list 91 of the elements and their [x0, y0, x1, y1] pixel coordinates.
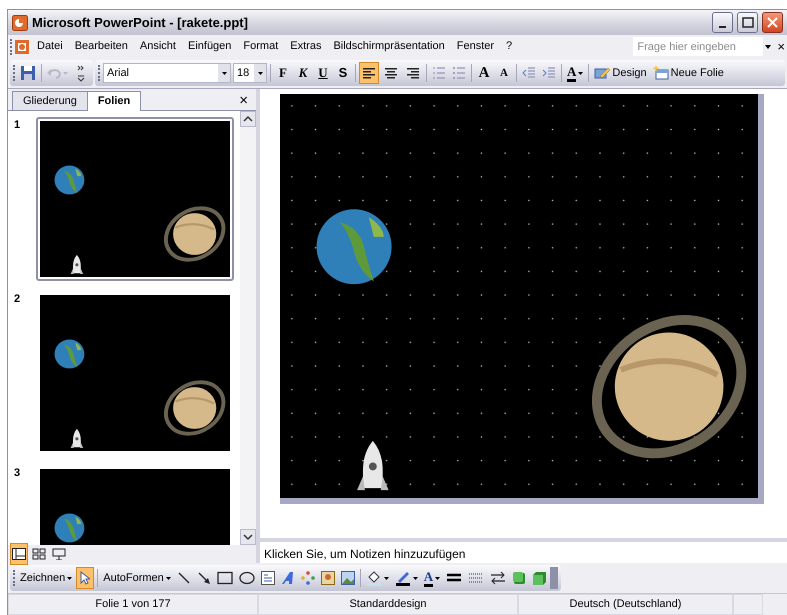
shadow-style-icon [512, 571, 526, 585]
normal-view-button[interactable] [10, 543, 28, 565]
close-button[interactable]: × [777, 36, 785, 56]
decrease-indent-icon [522, 66, 536, 80]
clip-art-icon [320, 571, 335, 585]
caret-icon [166, 576, 171, 580]
scrollbar[interactable] [240, 111, 256, 545]
menu-item[interactable]: Datei [31, 36, 69, 57]
numbered-list-icon [432, 66, 446, 80]
caret-icon [384, 576, 389, 580]
save-icon [20, 65, 36, 81]
draw-menu-button[interactable]: Zeichnen [18, 567, 74, 589]
dash-style-icon [468, 571, 484, 585]
wordart-icon [280, 571, 295, 585]
new-slide-button[interactable]: Neue Folie [650, 62, 726, 84]
line-icon [176, 571, 191, 585]
normal-view-icon [12, 548, 26, 560]
status-text: Folie 1 von 177 [8, 594, 258, 615]
text-box-icon [260, 571, 275, 585]
close-button[interactable] [762, 12, 783, 33]
status-text: Deutsch (Deutschland) [518, 594, 733, 615]
align-left-button[interactable] [359, 62, 379, 84]
font-combo[interactable]: Arial [103, 63, 231, 83]
window-title: Microsoft PowerPoint - [rakete.ppt] [32, 14, 248, 32]
slide-number: 1 [14, 118, 22, 133]
document-icon [13, 38, 31, 56]
minimize-icon [719, 26, 726, 28]
shadow-button[interactable]: S [334, 62, 352, 84]
rectangle-icon [216, 571, 233, 585]
menu-item[interactable]: Ansicht [134, 36, 182, 57]
menu-item[interactable]: Bildschirmpräsentation [327, 36, 451, 57]
font-color-button[interactable]: A [565, 62, 586, 84]
slide-number: 2 [14, 292, 22, 307]
new-slide-icon [652, 66, 669, 80]
scroll-up-icon[interactable] [240, 111, 256, 127]
font-color-button[interactable]: A [422, 567, 442, 589]
insert-picture-icon [340, 571, 355, 585]
app-icon [12, 14, 28, 30]
caret-icon [412, 576, 418, 580]
status-text: Standarddesign [258, 594, 518, 615]
caret-icon [578, 72, 584, 74]
panel-tab[interactable]: Gliederung [12, 90, 88, 110]
close-icon [767, 17, 778, 28]
autoshapes-button[interactable]: AutoFormen [101, 567, 173, 589]
arrow-style-icon [490, 571, 506, 585]
overflow-icon [77, 64, 85, 82]
bold-button[interactable]: F [274, 62, 292, 84]
align-center-icon [383, 66, 399, 80]
menu-item[interactable]: Extras [284, 36, 328, 57]
caret-icon [222, 72, 226, 74]
status-panel [733, 594, 763, 615]
underline-button[interactable]: U [314, 62, 332, 84]
brush-icon [394, 570, 411, 586]
minimize-button[interactable] [712, 12, 733, 33]
menu-item[interactable]: Format [237, 36, 284, 57]
caret-icon [258, 72, 262, 74]
close-button[interactable]: × [231, 92, 256, 110]
pencil-icon [594, 66, 610, 80]
arrow-icon [196, 571, 211, 585]
scroll-down-icon[interactable] [240, 529, 256, 545]
menu-item[interactable]: ? [500, 36, 518, 57]
font-size-combo[interactable]: 18 [233, 63, 267, 83]
slide-number: 3 [14, 466, 22, 481]
italic-button[interactable]: K [294, 62, 312, 84]
align-left-icon [361, 66, 377, 80]
diagram-icon [300, 571, 315, 585]
increase-indent-icon [542, 66, 556, 80]
panel-tab[interactable]: Folien [86, 90, 142, 111]
slideshow-icon [52, 548, 66, 560]
menu-item[interactable]: Bearbeiten [68, 36, 134, 57]
shrink-font-button[interactable]: A [495, 62, 513, 84]
pointer-button[interactable] [76, 567, 94, 589]
caret-icon [67, 576, 72, 580]
slide-sorter-icon [32, 548, 46, 560]
menu-item[interactable]: Einfügen [182, 36, 238, 57]
caret-icon [63, 72, 68, 74]
grow-font-button[interactable]: A [475, 62, 493, 84]
bullet-list-icon [452, 66, 466, 80]
3d-style-icon [532, 571, 546, 585]
align-right-icon [405, 66, 421, 80]
dropdown-icon[interactable] [763, 44, 774, 50]
design-button[interactable]: Design [592, 62, 649, 84]
pointer-icon [80, 571, 90, 585]
caret-icon [435, 576, 440, 580]
maximize-icon [742, 17, 754, 28]
maximize-button[interactable] [737, 12, 758, 33]
undo-icon [47, 67, 61, 79]
paint-bucket-icon [366, 570, 382, 586]
help-search-field[interactable]: Frage hier eingeben [633, 37, 764, 56]
oval-icon [238, 571, 255, 585]
menu-item[interactable]: Fenster [450, 36, 500, 57]
